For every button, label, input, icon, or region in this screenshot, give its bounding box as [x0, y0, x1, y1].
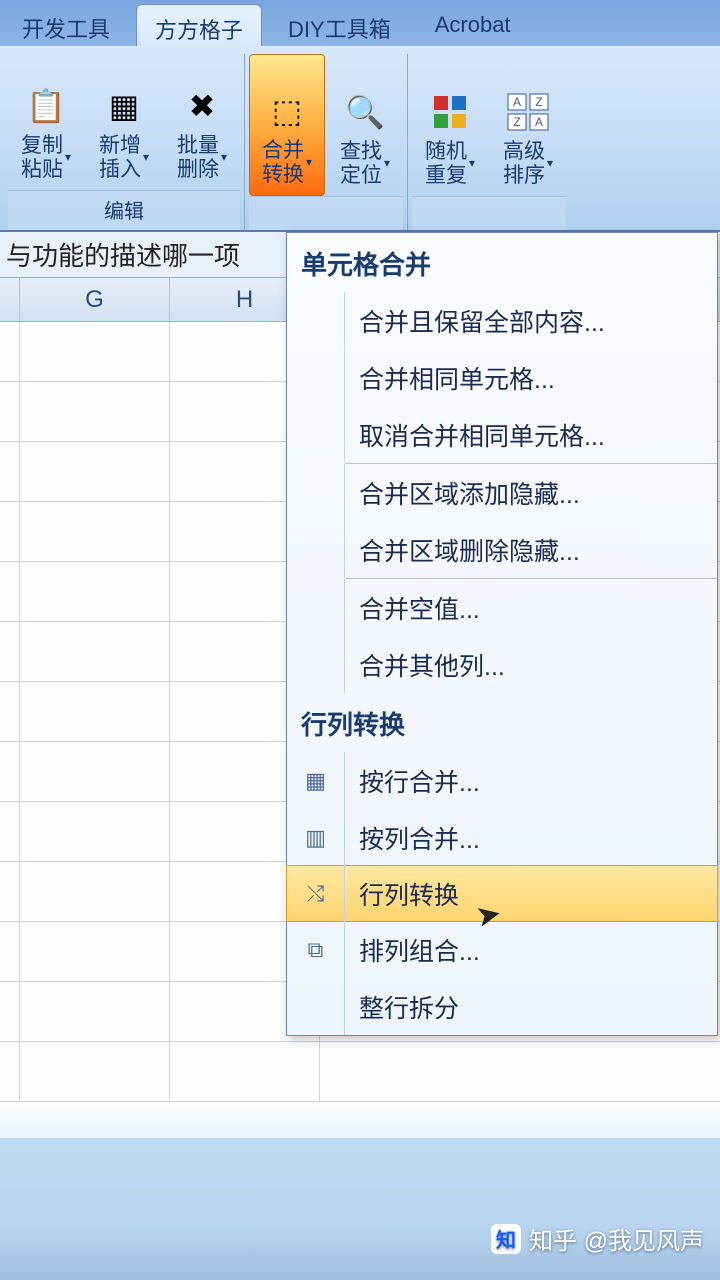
svg-text:Z: Z: [535, 95, 542, 109]
dropdown-section-cell-merge: 单元格合并: [287, 233, 717, 292]
merge-keep-all-item[interactable]: 合并且保留全部内容...: [287, 292, 717, 349]
chevron-down-icon: ▾: [143, 151, 149, 165]
chevron-down-icon: ▾: [469, 157, 475, 171]
chevron-down-icon: ▾: [306, 156, 312, 170]
svg-text:Z: Z: [513, 115, 520, 129]
advanced-sort-button[interactable]: AZZA 高级 排序▾: [490, 54, 566, 196]
squares-icon: [426, 88, 474, 136]
svg-text:A: A: [513, 95, 521, 109]
chevron-down-icon: ▾: [65, 151, 71, 165]
batch-delete-button[interactable]: ✖ 批量 删除▾: [164, 54, 240, 190]
grid-col-icon: ▥: [305, 825, 326, 851]
merge-empty-item[interactable]: 合并空值...: [287, 579, 717, 636]
transpose-icon: ⤭: [307, 881, 325, 907]
chevron-down-icon: ▾: [547, 157, 553, 171]
merge-by-row-item[interactable]: ▦按行合并...: [287, 752, 717, 809]
merge-icon: ⬚: [263, 87, 311, 135]
svg-text:A: A: [535, 115, 543, 129]
merge-by-col-item[interactable]: ▥按列合并...: [287, 809, 717, 866]
tab-strip: 开发工具 方方格子 DIY工具箱 Acrobat: [0, 0, 720, 46]
grid-delete-icon: ✖: [178, 82, 226, 130]
tab-acrobat[interactable]: Acrobat: [417, 4, 529, 46]
merge-convert-button[interactable]: ⬚ 合并 转换▾: [249, 54, 325, 196]
group-label: [412, 196, 566, 230]
clipboard-icon: 📋: [22, 82, 70, 130]
search-icon: 🔍: [341, 88, 389, 136]
merge-area-add-hidden-item[interactable]: 合并区域添加隐藏...: [287, 464, 717, 521]
grid-row-icon: ▦: [305, 768, 326, 794]
find-locate-button[interactable]: 🔍 查找 定位▾: [327, 54, 403, 196]
ribbon-group-edit: 📋 复制 粘贴▾ ▦ 新增 插入▾ ✖ 批量 删除▾ 编辑: [4, 54, 245, 230]
merge-other-cols-item[interactable]: 合并其他列...: [287, 636, 717, 693]
zhihu-logo-icon: 知: [491, 1224, 521, 1254]
random-repeat-button[interactable]: 随机 重复▾: [412, 54, 488, 196]
ribbon-group-misc: 随机 重复▾ AZZA 高级 排序▾: [408, 54, 570, 230]
ribbon-group-merge: ⬚ 合并 转换▾ 🔍 查找 定位▾: [245, 54, 408, 230]
rowcol-transpose-item[interactable]: ⤭行列转换: [286, 865, 718, 922]
watermark-text: 知乎 @我见风声: [529, 1221, 704, 1256]
sort-icon: AZZA: [504, 88, 552, 136]
col-header-g[interactable]: G: [20, 278, 170, 321]
chevron-down-icon: ▾: [221, 151, 227, 165]
group-label-edit: 编辑: [8, 190, 240, 230]
row-split-item[interactable]: 整行拆分: [287, 978, 717, 1035]
unmerge-same-cells-item[interactable]: 取消合并相同单元格...: [287, 406, 717, 463]
new-insert-button[interactable]: ▦ 新增 插入▾: [86, 54, 162, 190]
copy-paste-button[interactable]: 📋 复制 粘贴▾: [8, 54, 84, 190]
chevron-down-icon: ▾: [384, 157, 390, 171]
merge-same-cells-item[interactable]: 合并相同单元格...: [287, 349, 717, 406]
dropdown-section-rowcol: 行列转换: [287, 693, 717, 752]
watermark: 知 知乎 @我见风声: [491, 1221, 704, 1256]
table-row[interactable]: [0, 1042, 720, 1102]
tab-fangfang[interactable]: 方方格子: [136, 4, 262, 46]
ribbon: 📋 复制 粘贴▾ ▦ 新增 插入▾ ✖ 批量 删除▾ 编辑 ⬚ 合并 转换▾ 🔍…: [0, 46, 720, 232]
combo-icon: ⧉: [308, 937, 324, 963]
merge-convert-dropdown: 单元格合并 合并且保留全部内容... 合并相同单元格... 取消合并相同单元格.…: [286, 232, 718, 1036]
formula-text: 与功能的描述哪一项: [6, 236, 240, 273]
tab-diy-toolbox[interactable]: DIY工具箱: [270, 4, 409, 46]
merge-area-del-hidden-item[interactable]: 合并区域删除隐藏...: [287, 521, 717, 578]
grid-add-icon: ▦: [100, 82, 148, 130]
group-label: [249, 196, 403, 230]
tab-dev-tools[interactable]: 开发工具: [4, 4, 128, 46]
